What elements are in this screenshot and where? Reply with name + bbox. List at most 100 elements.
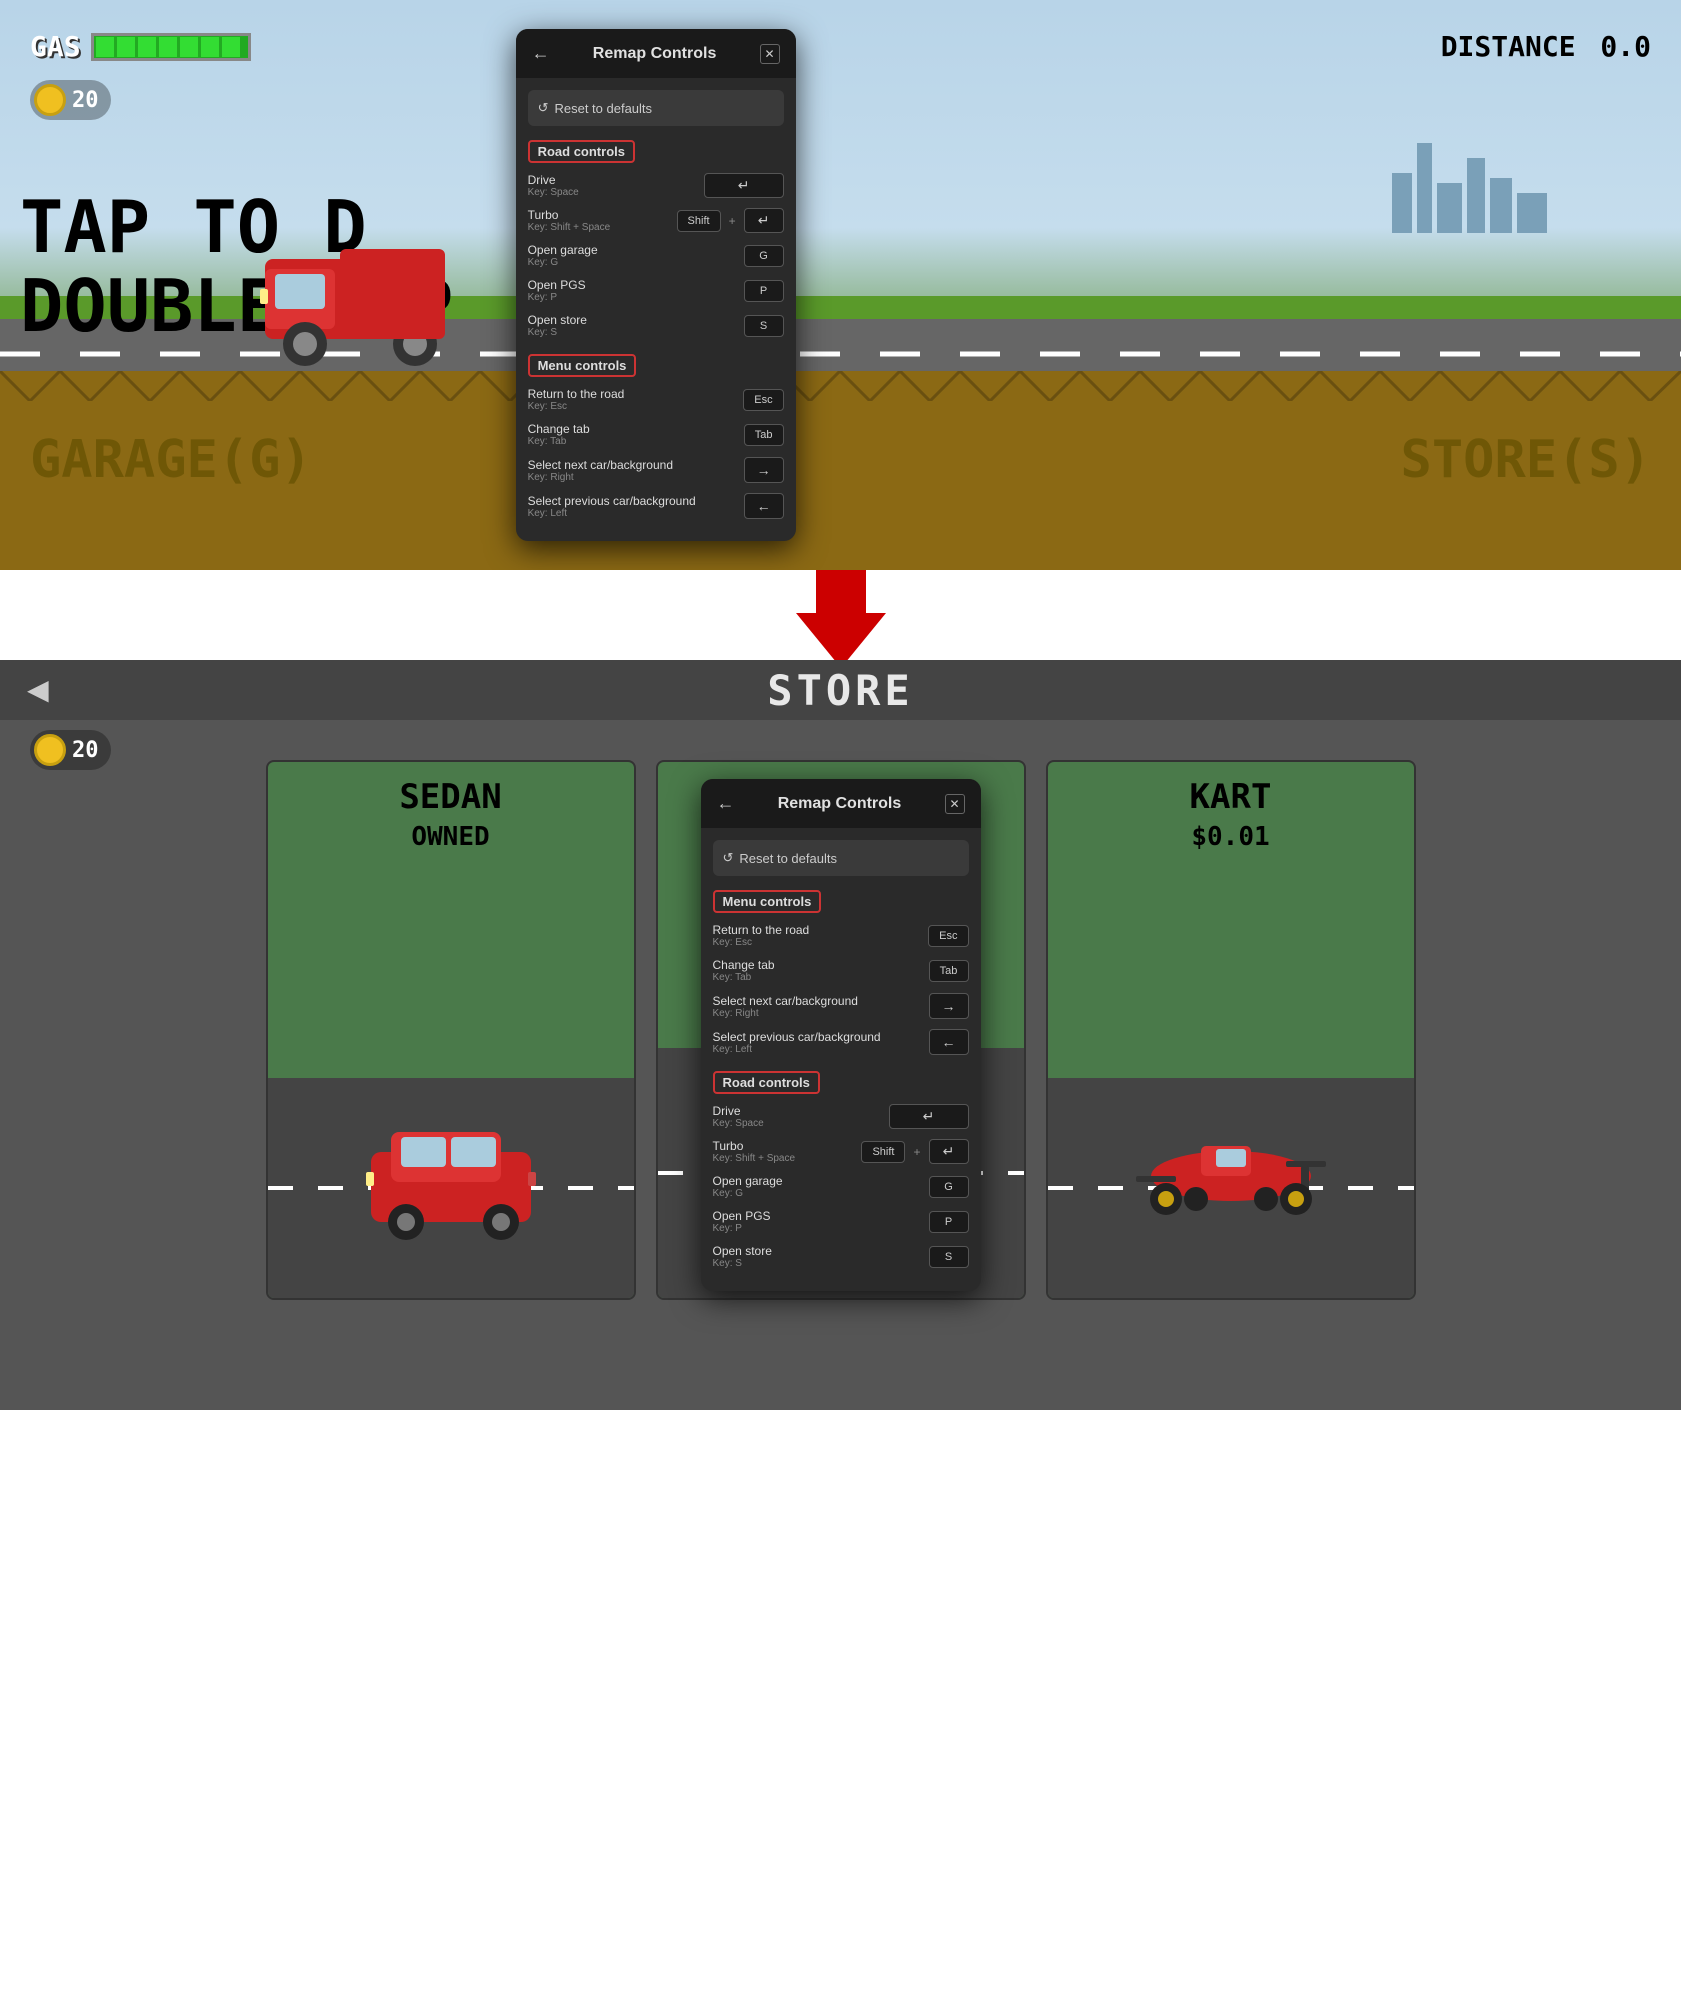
turbo-shift-button[interactable]: Shift — [677, 210, 721, 232]
drive-key-button[interactable]: ↵ — [704, 173, 784, 198]
select-next-key-button[interactable]: → — [744, 457, 784, 483]
open-store-info: Open store Key: S — [528, 313, 744, 338]
return-road-name: Return to the road — [528, 387, 744, 401]
drive-control-info: Drive Key: Space — [528, 173, 704, 198]
change-tab-key-button[interactable]: Tab — [744, 424, 784, 446]
menu-controls-section-top: Menu controls — [528, 354, 637, 377]
b-select-prev-row: Select previous car/background Key: Left… — [713, 1029, 969, 1055]
select-prev-name: Select previous car/background — [528, 494, 744, 508]
change-tab-info: Change tab Key: Tab — [528, 422, 744, 447]
sedan-card-road — [268, 1078, 634, 1298]
gas-seg2 — [117, 37, 135, 57]
sedan-card[interactable]: SEDAN OWNED — [266, 760, 636, 1300]
sedan-card-title: SEDAN — [268, 762, 634, 822]
open-garage-info: Open garage Key: G — [528, 243, 744, 268]
building-3 — [1437, 183, 1462, 233]
open-pgs-key-button[interactable]: P — [744, 280, 784, 302]
reset-defaults-button-top[interactable]: ↺ Reset to defaults — [528, 90, 784, 126]
arrow-separator — [0, 570, 1681, 660]
turbo-control-info: Turbo Key: Shift + Space — [528, 208, 677, 233]
gas-seg1 — [96, 37, 114, 57]
return-road-control-row: Return to the road Key: Esc Esc — [528, 387, 784, 412]
menu-controls-section-bottom: Menu controls — [713, 890, 822, 913]
b-select-prev-key-button[interactable]: ← — [929, 1029, 969, 1055]
road-controls-section-bottom: Road controls — [713, 1071, 820, 1094]
b-open-store-key: Key: S — [713, 1258, 929, 1269]
drive-control-name: Drive — [528, 173, 704, 187]
kart-vehicle — [1131, 1111, 1331, 1236]
b-change-tab-name: Change tab — [713, 958, 929, 972]
bottom-store-screen: ◄ STORE 20 SEDAN OWNED — [0, 660, 1681, 1410]
kart-card[interactable]: KART $0.01 — [1046, 760, 1416, 1300]
b-turbo-info: Turbo Key: Shift + Space — [713, 1139, 862, 1164]
b-select-prev-key: Key: Left — [713, 1044, 929, 1055]
b-select-next-info: Select next car/background Key: Right — [713, 994, 929, 1019]
b-open-garage-row: Open garage Key: G G — [713, 1174, 969, 1199]
drive-control-row: Drive Key: Space ↵ — [528, 173, 784, 198]
b-open-pgs-info: Open PGS Key: P — [713, 1209, 929, 1234]
building-5 — [1490, 178, 1512, 233]
gas-label: GAS — [30, 30, 81, 63]
b-open-pgs-row: Open PGS Key: P P — [713, 1209, 969, 1234]
b-drive-key-button[interactable]: ↵ — [889, 1104, 969, 1129]
b-open-garage-key-button[interactable]: G — [929, 1176, 969, 1198]
b-select-prev-name: Select previous car/background — [713, 1030, 929, 1044]
b-select-prev-info: Select previous car/background Key: Left — [713, 1030, 929, 1055]
b-open-pgs-key-button[interactable]: P — [929, 1211, 969, 1233]
modal-back-button-bottom[interactable]: ← — [717, 793, 735, 814]
modal-container-bottom: ← Remap Controls ✕ ↺ Reset to defaults M… — [701, 779, 981, 1291]
reset-icon-bottom: ↺ — [723, 850, 734, 866]
sedan-car — [351, 1122, 551, 1247]
store-title: STORE — [20, 666, 1661, 715]
remap-modal-bottom: ← Remap Controls ✕ ↺ Reset to defaults M… — [701, 779, 981, 1291]
store-coin-count: 20 — [72, 738, 99, 763]
reset-defaults-button-bottom[interactable]: ↺ Reset to defaults — [713, 840, 969, 876]
modal-container-top: ← Remap Controls ✕ ↺ Reset to defaults R… — [516, 29, 796, 541]
distance-label: DISTANCE — [1441, 30, 1576, 63]
open-pgs-name: Open PGS — [528, 278, 744, 292]
modal-back-button-top[interactable]: ← — [532, 43, 550, 64]
top-game-screen: GAS DISTANCE 0.0 20 TAP TO D DOUBLE TAP — [0, 0, 1681, 570]
open-store-key-button[interactable]: S — [744, 315, 784, 337]
select-prev-key: Key: Left — [528, 508, 744, 519]
turbo-enter-button[interactable]: ↵ — [744, 208, 784, 233]
b-open-store-row: Open store Key: S S — [713, 1244, 969, 1269]
gas-seg4 — [159, 37, 177, 57]
gas-seg7 — [222, 37, 240, 57]
garage-label: GARAGE(G) — [30, 430, 312, 490]
store-back-icon[interactable]: ◄ — [20, 669, 56, 711]
b-select-next-key-button[interactable]: → — [929, 993, 969, 1019]
modal-close-button-bottom[interactable]: ✕ — [945, 794, 965, 814]
b-return-road-key-button[interactable]: Esc — [928, 925, 968, 947]
select-prev-key-button[interactable]: ← — [744, 493, 784, 519]
b-open-pgs-key: Key: P — [713, 1223, 929, 1234]
b-turbo-shift-button[interactable]: Shift — [861, 1141, 905, 1163]
drive-control-key: Key: Space — [528, 187, 704, 198]
open-garage-control-row: Open garage Key: G G — [528, 243, 784, 268]
modal-close-button-top[interactable]: ✕ — [760, 44, 780, 64]
distance-hud: DISTANCE 0.0 — [1441, 30, 1651, 63]
b-change-tab-key: Key: Tab — [713, 972, 929, 983]
return-road-key-button[interactable]: Esc — [743, 389, 783, 411]
down-arrow-container — [796, 563, 886, 668]
b-change-tab-info: Change tab Key: Tab — [713, 958, 929, 983]
b-return-road-row: Return to the road Key: Esc Esc — [713, 923, 969, 948]
b-open-garage-info: Open garage Key: G — [713, 1174, 929, 1199]
store-coins-hud: 20 — [30, 730, 111, 770]
b-change-tab-key-button[interactable]: Tab — [929, 960, 969, 982]
open-pgs-key: Key: P — [528, 292, 744, 303]
plus-sign: + — [729, 214, 736, 228]
select-prev-info: Select previous car/background Key: Left — [528, 494, 744, 519]
modal-header-bottom: ← Remap Controls ✕ — [701, 779, 981, 828]
select-next-info: Select next car/background Key: Right — [528, 458, 744, 483]
b-open-garage-key: Key: G — [713, 1188, 929, 1199]
turbo-control-name: Turbo — [528, 208, 677, 222]
coin-count: 20 — [72, 88, 99, 113]
b-turbo-enter-button[interactable]: ↵ — [929, 1139, 969, 1164]
open-garage-key-button[interactable]: G — [744, 245, 784, 267]
b-select-next-key: Key: Right — [713, 1008, 929, 1019]
b-change-tab-row: Change tab Key: Tab Tab — [713, 958, 969, 983]
reset-label-bottom: Reset to defaults — [739, 851, 837, 866]
b-open-store-key-button[interactable]: S — [929, 1246, 969, 1268]
turbo-control-key: Key: Shift + Space — [528, 222, 677, 233]
